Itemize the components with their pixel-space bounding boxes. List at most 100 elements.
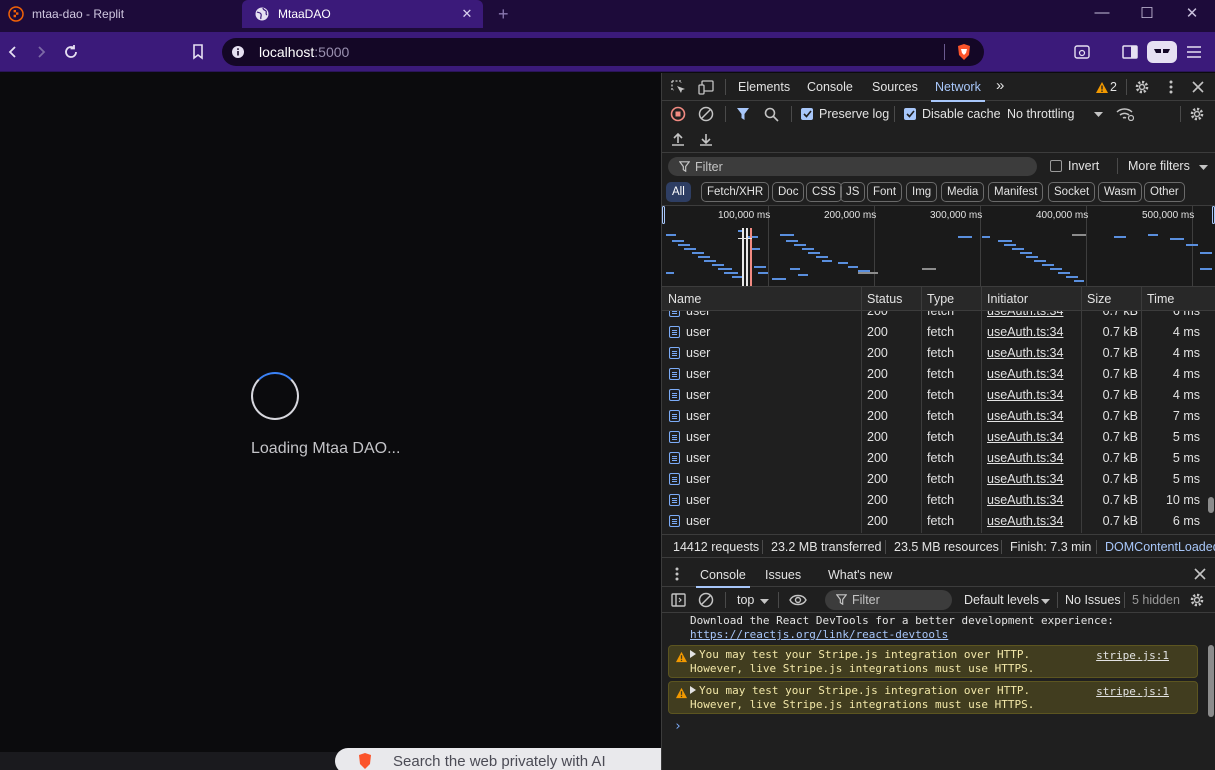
filter-img[interactable]: Img [906,182,938,202]
close-tab-icon[interactable]: ✕ [459,6,475,22]
throttling-select[interactable]: No throttling [1007,107,1074,121]
console-sidebar-icon[interactable] [670,592,686,608]
minimize-icon[interactable]: — [1091,4,1113,21]
drawer-tab-console[interactable]: Console [696,568,750,588]
context-selector[interactable]: top [737,593,754,607]
table-row[interactable]: user 200 fetch useAuth.ts:34 0.7 kB 5 ms [662,469,1206,490]
clear-icon[interactable] [698,106,714,122]
filter-js[interactable]: JS [840,182,866,202]
expand-triangle-icon[interactable] [690,686,698,696]
drawer-tab-issues[interactable]: Issues [765,568,801,582]
record-stop-icon[interactable] [670,106,686,122]
console-prompt-icon[interactable]: › [674,719,682,734]
table-row[interactable]: user 200 fetch useAuth.ts:34 0.7 kB 4 ms [662,322,1206,343]
brave-shields-icon[interactable] [956,43,972,61]
cell-initiator[interactable]: useAuth.ts:34 [987,409,1063,423]
close-devtools-icon[interactable] [1190,79,1206,95]
kebab-menu-icon[interactable] [1163,79,1179,95]
inspect-element-icon[interactable] [670,79,686,95]
settings-gear-icon[interactable] [1134,79,1150,95]
column-name[interactable]: Name [668,292,701,306]
network-filter-input[interactable]: Filter [668,157,1037,176]
warning-source-link[interactable]: stripe.js:1 [1096,649,1169,662]
back-icon[interactable] [2,41,24,63]
table-row[interactable]: user 200 fetch useAuth.ts:34 0.7 kB 7 ms [662,406,1206,427]
chevron-down-icon[interactable] [1040,597,1050,605]
filter-css[interactable]: CSS [806,182,842,202]
no-issues-button[interactable]: No Issues [1065,593,1121,607]
filter-socket[interactable]: Socket [1048,182,1096,202]
invert-label[interactable]: Invert [1068,159,1099,173]
export-har-icon[interactable] [698,131,714,147]
network-conditions-icon[interactable] [1116,106,1134,122]
react-devtools-link[interactable]: https://reactjs.org/link/react-devtools [690,628,948,641]
console-scrollbar[interactable] [1206,613,1215,770]
tab-network[interactable]: Network [931,80,985,102]
tab-search-icon[interactable] [1071,41,1093,63]
filter-fetch-xhr[interactable]: Fetch/XHR [701,182,770,202]
network-settings-gear-icon[interactable] [1189,106,1205,122]
clear-console-icon[interactable] [698,592,714,608]
invert-checkbox[interactable] [1050,160,1062,172]
cell-initiator[interactable]: useAuth.ts:34 [987,367,1063,381]
issues-count[interactable]: 2 [1110,80,1117,94]
new-tab-icon[interactable]: + [498,4,509,25]
maximize-icon[interactable]: ☐ [1136,4,1158,22]
site-info-icon[interactable] [231,45,245,59]
more-filters-button[interactable]: More filters [1128,159,1190,173]
more-tabs-icon[interactable]: » [996,77,1004,94]
tab-sources[interactable]: Sources [872,80,918,94]
table-row[interactable]: user 200 fetch useAuth.ts:34 0.7 kB 4 ms [662,385,1206,406]
console-filter-input[interactable]: Filter [825,590,952,610]
network-overview-timeline[interactable]: 100,000 ms 200,000 ms 300,000 ms 400,000… [662,205,1215,287]
scrollbar-thumb[interactable] [1208,645,1214,717]
column-type[interactable]: Type [927,292,954,306]
table-row[interactable]: user 200 fetch useAuth.ts:34 0.7 kB 6 ms [662,511,1206,532]
cell-initiator[interactable]: useAuth.ts:34 [987,472,1063,486]
reload-icon[interactable] [60,41,82,63]
column-size[interactable]: Size [1087,292,1111,306]
table-row[interactable]: user 200 fetch useAuth.ts:34 0.7 kB 10 ms [662,490,1206,511]
import-har-icon[interactable] [670,131,686,147]
tab-console[interactable]: Console [807,80,853,94]
filter-all[interactable]: All [666,182,691,202]
scrollbar-thumb[interactable] [1208,497,1214,513]
filter-font[interactable]: Font [867,182,903,202]
overview-left-handle[interactable] [662,206,665,224]
search-icon[interactable] [763,106,779,122]
column-initiator[interactable]: Initiator [987,292,1028,306]
cell-initiator[interactable]: useAuth.ts:34 [987,311,1063,318]
preserve-log-label[interactable]: Preserve log [819,107,889,121]
expand-triangle-icon[interactable] [690,650,698,660]
filter-media[interactable]: Media [941,182,985,202]
disable-cache-label[interactable]: Disable cache [922,107,1001,121]
warning-source-link[interactable]: stripe.js:1 [1096,685,1169,698]
requests-scrollbar[interactable] [1206,311,1215,533]
tab-elements[interactable]: Elements [738,80,790,94]
filter-wasm[interactable]: Wasm [1098,182,1143,202]
disable-cache-checkbox[interactable] [904,108,916,120]
cell-initiator[interactable]: useAuth.ts:34 [987,493,1063,507]
filter-funnel-icon[interactable] [735,106,751,122]
profile-icon[interactable] [1147,41,1177,63]
console-settings-gear-icon[interactable] [1189,592,1205,608]
log-levels-select[interactable]: Default levels [964,593,1039,607]
sidebar-toggle-icon[interactable] [1119,41,1141,63]
warning-icon[interactable] [1095,80,1109,94]
bookmark-icon[interactable] [187,41,209,63]
cell-initiator[interactable]: useAuth.ts:34 [987,325,1063,339]
drawer-menu-icon[interactable] [674,566,680,582]
close-drawer-icon[interactable] [1193,567,1207,581]
chevron-down-icon[interactable] [1093,109,1103,119]
eye-icon[interactable] [788,592,808,608]
tab-replit[interactable]: mtaa-dao - Replit [0,0,240,27]
forward-icon[interactable] [30,41,52,63]
device-toolbar-icon[interactable] [698,79,714,95]
table-row[interactable]: user 200 fetch useAuth.ts:34 0.7 kB 5 ms [662,448,1206,469]
cell-initiator[interactable]: useAuth.ts:34 [987,430,1063,444]
filter-manifest[interactable]: Manifest [988,182,1044,202]
cell-initiator[interactable]: useAuth.ts:34 [987,514,1063,528]
cell-initiator[interactable]: useAuth.ts:34 [987,451,1063,465]
address-bar[interactable]: localhost:5000 [222,38,984,66]
drawer-tab-whats-new[interactable]: What's new [828,568,892,582]
